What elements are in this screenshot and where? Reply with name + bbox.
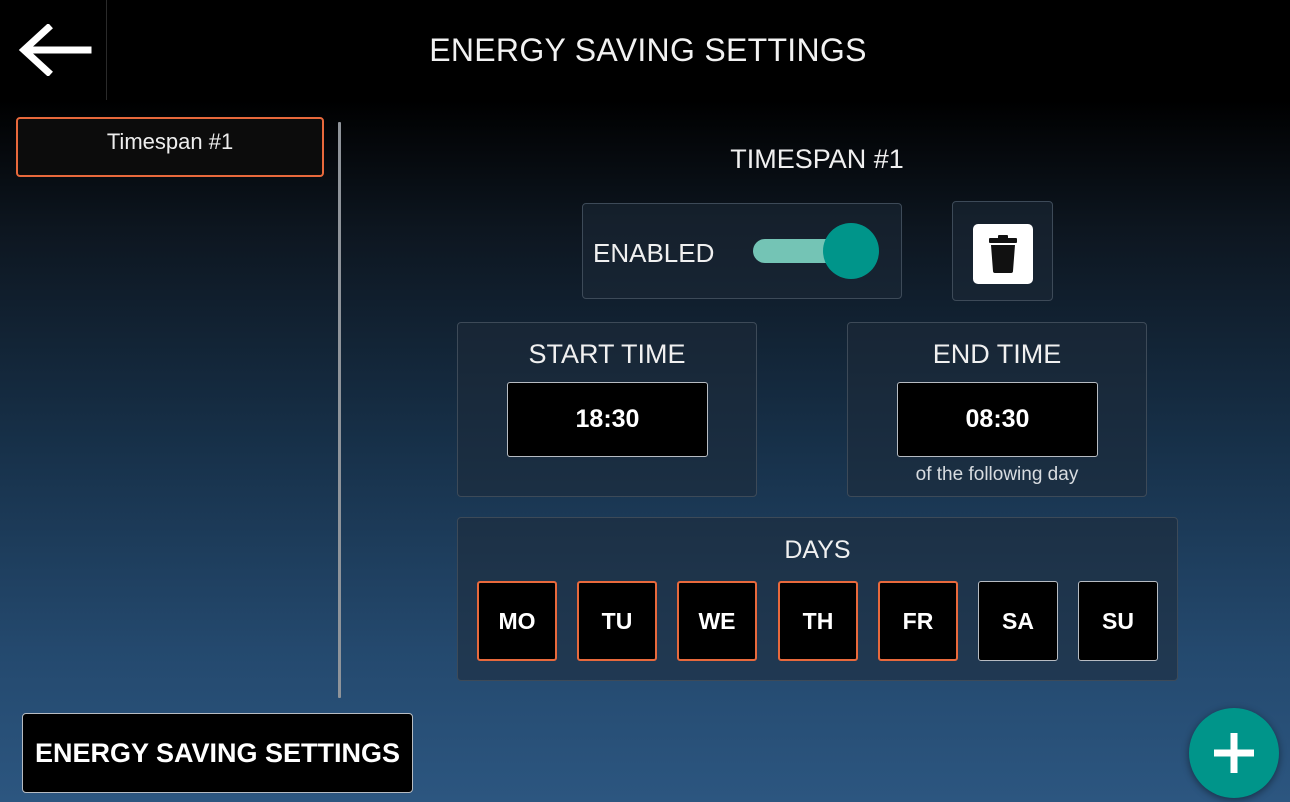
enabled-label: ENABLED (593, 238, 715, 268)
start-time-field[interactable]: 18:30 (507, 382, 708, 457)
end-time-field[interactable]: 08:30 (897, 382, 1098, 457)
days-panel: DAYS MO TU WE TH FR SA SU (457, 517, 1178, 681)
start-time-panel: START TIME 18:30 (457, 322, 757, 497)
trash-icon (989, 235, 1017, 273)
sidebar-item-label: Timespan #1 (106, 129, 234, 154)
days-label: DAYS (784, 536, 851, 564)
day-mo-button[interactable]: MO (477, 581, 557, 661)
arrow-left-icon (18, 24, 92, 76)
add-timespan-button[interactable] (1189, 708, 1279, 798)
page-title: ENERGY SAVING SETTINGS (429, 31, 867, 68)
enabled-panel: ENABLED (582, 203, 902, 299)
screen: ENERGY SAVING SETTINGS Timespan #1 TIMES… (0, 0, 1290, 802)
divider (338, 122, 341, 698)
delete-button-face (973, 224, 1033, 284)
day-sa-button[interactable]: SA (978, 581, 1058, 661)
sidebar-item-timespan-1[interactable]: Timespan #1 (16, 117, 324, 177)
header-bar: ENERGY SAVING SETTINGS (0, 0, 1290, 100)
day-fr-button[interactable]: FR (878, 581, 958, 661)
day-tu-button[interactable]: TU (577, 581, 657, 661)
back-button[interactable] (0, 0, 107, 100)
day-th-button[interactable]: TH (778, 581, 858, 661)
start-time-label: START TIME (528, 339, 686, 369)
end-time-note: of the following day (915, 464, 1079, 485)
end-time-panel: END TIME 08:30 of the following day (847, 322, 1147, 497)
enabled-toggle[interactable] (753, 223, 881, 279)
day-we-button[interactable]: WE (677, 581, 757, 661)
day-su-button[interactable]: SU (1078, 581, 1158, 661)
end-time-label: END TIME (932, 339, 1062, 369)
toggle-knob (823, 223, 879, 279)
plus-icon (1214, 733, 1254, 773)
timespan-title: TIMESPAN #1 (730, 144, 904, 174)
delete-timespan-button[interactable] (952, 201, 1053, 301)
energy-saving-settings-button[interactable]: ENERGY SAVING SETTINGS (22, 713, 413, 793)
